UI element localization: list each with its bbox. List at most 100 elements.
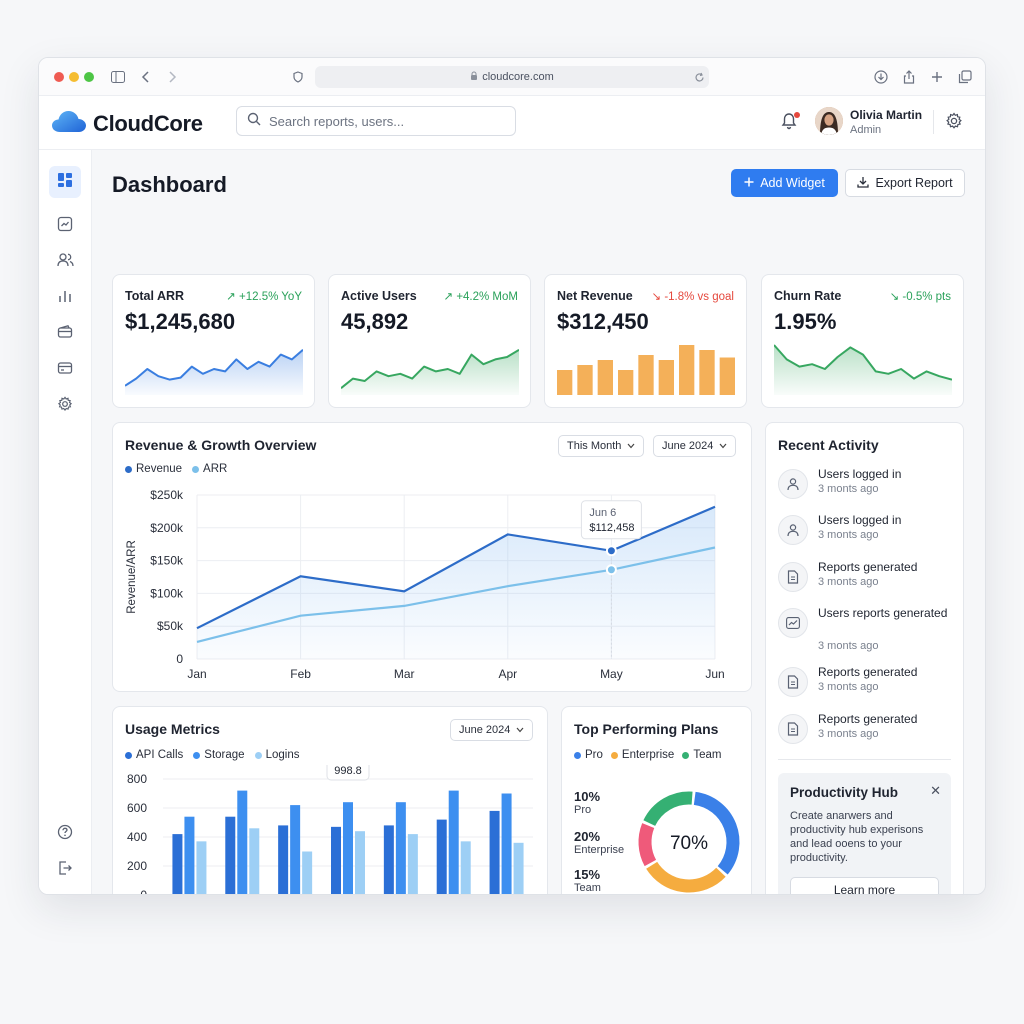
sidebar-item-payments[interactable]	[49, 354, 81, 386]
address-bar[interactable]: cloudcore.com	[315, 66, 709, 88]
sparkline-bar	[597, 360, 613, 395]
chart-tooltip: Jun 6 $112,458	[580, 500, 642, 540]
add-widget-button[interactable]: Add Widget	[731, 169, 838, 197]
logo[interactable]: CloudCore	[51, 108, 203, 139]
search-box[interactable]	[236, 106, 516, 136]
kpi-card[interactable]: Net Revenue ↘ -1.8% vs goal $312,450	[544, 274, 747, 408]
revenue-legend: Revenue ARR	[125, 463, 227, 475]
kpi-value: 1.95%	[774, 309, 837, 334]
minimize-window-button[interactable]	[69, 72, 79, 82]
dashboard-grid-icon	[57, 172, 73, 193]
activity-title: Reports generated	[818, 560, 918, 574]
sidebar-item-dashboard[interactable]	[49, 166, 81, 198]
maximize-window-button[interactable]	[84, 72, 94, 82]
learn-more-button[interactable]: Learn more	[790, 877, 939, 894]
bar-storage	[184, 816, 195, 894]
user-icon	[778, 515, 808, 545]
sidebar-item-billing[interactable]	[49, 318, 81, 350]
plan-name: Team	[574, 882, 601, 894]
usage-legend: API Calls Storage Logins	[125, 749, 299, 761]
revenue-date-select[interactable]: June 2024	[653, 435, 737, 457]
share-icon[interactable]	[900, 68, 918, 86]
kpi-change: ↘ -1.8% vs goal	[651, 289, 734, 303]
x-tick-label: May	[600, 667, 623, 681]
kpi-card[interactable]: Active Users ↗ +4.2% MoM 45,892	[328, 274, 531, 408]
kpi-change-text: -1.8% vs goal	[664, 291, 734, 303]
y-tick-label: 0	[176, 652, 183, 666]
search-icon	[247, 112, 261, 131]
reload-icon[interactable]	[690, 68, 708, 86]
activity-item[interactable]: Reports generated 3 monts ago	[778, 665, 958, 705]
activity-item[interactable]: Users reports generated 3 monts ago	[778, 606, 958, 652]
kpi-card[interactable]: Churn Rate ↘ -0.5% pts 1.95%	[761, 274, 964, 408]
sidebar-item-help[interactable]	[49, 818, 81, 850]
sparkline-area	[341, 349, 519, 395]
chevron-down-icon	[719, 440, 727, 452]
export-report-button[interactable]: Export Report	[845, 169, 965, 197]
notifications-button[interactable]	[779, 111, 801, 133]
legend-item-pro: Pro	[574, 749, 603, 761]
usage-date-select[interactable]: June 2024	[450, 719, 534, 741]
tabs-overview-icon[interactable]	[956, 68, 974, 86]
activity-time: 3 monts ago	[818, 728, 879, 740]
sidebar-item-reports[interactable]	[49, 282, 81, 314]
bar-chart-icon	[57, 288, 73, 309]
sparkline-area	[774, 345, 952, 395]
legend-item-logins: Logins	[254, 749, 299, 761]
sidebar-item-settings[interactable]	[49, 390, 81, 422]
y-tick-label: $50k	[157, 619, 184, 633]
legend-item-team: Team	[682, 749, 721, 761]
legend-arr-label: ARR	[203, 463, 228, 475]
revenue-panel-title: Revenue & Growth Overview	[125, 437, 317, 453]
forward-icon[interactable]	[163, 68, 181, 86]
close-window-button[interactable]	[54, 72, 64, 82]
sparkline-bar	[577, 365, 593, 395]
kpi-change-text: -0.5% pts	[902, 291, 951, 303]
sidebar-item-analytics[interactable]	[49, 210, 81, 242]
activity-item[interactable]: Users logged in 3 monts ago	[778, 513, 958, 553]
back-icon[interactable]	[137, 68, 155, 86]
bar-api-calls	[172, 834, 183, 894]
sidebar-item-users[interactable]	[49, 246, 81, 278]
kpi-change: ↗ +12.5% YoY	[226, 289, 302, 303]
top-plans-panel: Top Performing Plans Pro Enterprise Team…	[561, 706, 752, 894]
trend-arrow-icon: ↗	[443, 291, 454, 303]
shield-icon	[289, 68, 307, 86]
activity-item[interactable]: Reports generated 3 monts ago	[778, 560, 958, 600]
kpi-sparkline	[341, 348, 519, 395]
activity-time: 3 monts ago	[818, 576, 879, 588]
chevron-down-icon	[516, 724, 524, 736]
kpi-card[interactable]: Total ARR ↗ +12.5% YoY $1,245,680	[112, 274, 315, 408]
y-tick-label: 200	[127, 859, 147, 873]
sparkline-bar	[699, 350, 715, 395]
avatar[interactable]	[815, 107, 843, 135]
kpi-title: Total ARR	[125, 289, 185, 303]
settings-gear-icon[interactable]	[945, 112, 963, 135]
new-tab-icon[interactable]	[928, 68, 946, 86]
trend-arrow-icon: ↗	[226, 291, 236, 303]
kpi-title: Net Revenue	[557, 289, 633, 303]
y-tick-label: $100k	[150, 586, 184, 600]
bar-logins	[355, 831, 365, 894]
activity-item[interactable]: Reports generated 3 monts ago	[778, 712, 958, 752]
bar-storage	[290, 805, 301, 894]
sidebar-toggle-icon[interactable]	[109, 68, 127, 86]
tooltip-value: $112,458	[589, 522, 634, 534]
x-tick-label: Jan	[187, 667, 206, 681]
cloud-logo-icon	[51, 108, 87, 139]
close-icon[interactable]: ✕	[930, 783, 941, 799]
activity-time: 3 monts ago	[818, 681, 879, 693]
legend-item-api-calls: API Calls	[125, 749, 183, 761]
download-icon	[857, 176, 870, 191]
url-text: cloudcore.com	[482, 71, 554, 83]
bar-storage	[343, 802, 353, 894]
app-header: CloudCore Olivia Martin Admin	[39, 96, 985, 150]
period-select[interactable]: This Month	[558, 435, 645, 457]
legend-api-calls-label: API Calls	[136, 749, 184, 761]
tooltip-label: Jun 6	[589, 507, 616, 519]
search-input[interactable]	[269, 113, 499, 129]
sidebar-item-logout[interactable]	[49, 854, 81, 886]
x-tick-label: Mar	[394, 667, 415, 681]
download-icon[interactable]	[872, 68, 890, 86]
activity-item[interactable]: Users logged in 3 monts ago	[778, 467, 958, 507]
